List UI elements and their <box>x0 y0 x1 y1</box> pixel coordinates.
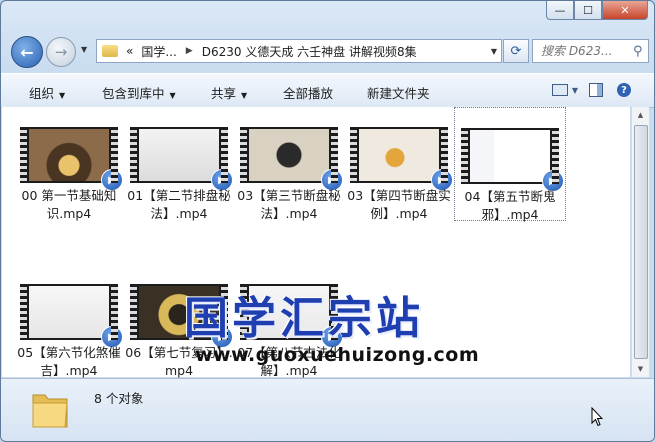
file-item[interactable]: ▶ 00 第一节基础知识.mp4 <box>14 121 124 233</box>
file-name: 04【第五节断鬼邪】.mp4 <box>464 189 556 222</box>
refresh-button[interactable]: ⟳ <box>503 39 529 63</box>
file-item[interactable]: ▶ 05【第六节化煞催吉】.mp4 <box>14 278 124 390</box>
file-name: 03【第三节断盘秘法】.mp4 <box>237 188 341 221</box>
file-name: 03【第四节断盘实例】.mp4 <box>347 188 451 221</box>
chevron-down-icon: ▼ <box>59 91 66 100</box>
organize-menu[interactable]: 组织 ▼ <box>29 83 65 102</box>
chevron-down-icon: ▼ <box>571 85 579 95</box>
navigation-bar: ← → ▼ « 国学... ▶ D6230 义德天成 六壬神盘 讲解视频8集 ▼… <box>1 34 654 68</box>
video-frame <box>139 129 219 181</box>
video-thumbnail: ▶ <box>350 127 453 191</box>
file-item[interactable]: ▶ 03【第三节断盘秘法】.mp4 <box>234 121 344 233</box>
watermark-title: 国学汇宗站 <box>184 293 424 344</box>
preview-pane-icon <box>589 83 603 97</box>
breadcrumb-overflow[interactable]: « <box>122 44 137 58</box>
video-frame <box>29 286 109 338</box>
close-button[interactable]: ✕ <box>602 1 648 20</box>
search-icon[interactable]: ⚲ <box>633 44 643 59</box>
details-pane: 8 个对象 <box>1 378 654 441</box>
address-bar[interactable]: « 国学... ▶ D6230 义德天成 六壬神盘 讲解视频8集 ▼ <box>96 39 502 63</box>
back-button[interactable]: ← <box>11 36 43 68</box>
vertical-scrollbar[interactable]: ▲ ▼ <box>631 107 649 377</box>
file-item-selected[interactable]: ▶ 04【第五节断鬼邪】.mp4 <box>454 107 566 222</box>
forward-button[interactable]: → <box>46 37 76 67</box>
command-bar: 组织 ▼ 包含到库中 ▼ 共享 ▼ 全部播放 新建文件夹 ▼ ? <box>1 73 654 108</box>
chevron-down-icon: ▼ <box>241 91 248 100</box>
arrow-right-icon: → <box>54 43 68 61</box>
file-name: 05【第六节化煞催吉】.mp4 <box>17 345 121 378</box>
scroll-down-icon[interactable]: ▼ <box>632 361 649 377</box>
file-name: 01【第二节排盘秘法】.mp4 <box>127 188 231 221</box>
refresh-icon: ⟳ <box>510 43 522 59</box>
file-name: 00 第一节基础知识.mp4 <box>21 188 117 221</box>
file-item[interactable]: ▶ 03【第四节断盘实例】.mp4 <box>344 121 454 233</box>
address-dropdown-icon[interactable]: ▼ <box>491 47 497 56</box>
arrow-left-icon: ← <box>20 42 34 62</box>
view-icon <box>551 84 568 96</box>
video-thumbnail: ▶ <box>130 127 233 191</box>
breadcrumb-separator-icon[interactable]: ▶ <box>181 46 198 56</box>
video-frame <box>359 129 439 181</box>
file-item[interactable]: ▶ 01【第二节排盘秘法】.mp4 <box>124 121 234 233</box>
video-thumbnail: ▶ <box>20 284 123 348</box>
breadcrumb-item[interactable]: D6230 义德天成 六壬神盘 讲解视频8集 <box>198 43 421 60</box>
change-view-button[interactable]: ▼ <box>549 79 581 101</box>
video-thumbnail: ▶ <box>20 127 123 191</box>
video-frame <box>470 130 550 182</box>
video-thumbnail: ▶ <box>461 128 564 192</box>
help-icon: ? <box>617 83 631 97</box>
play-all-button[interactable]: 全部播放 <box>283 83 333 102</box>
folder-icon <box>32 394 68 428</box>
maximize-button[interactable]: ☐ <box>574 1 602 20</box>
new-folder-button[interactable]: 新建文件夹 <box>367 83 430 102</box>
help-button[interactable]: ? <box>613 79 635 101</box>
scrollbar-thumb[interactable] <box>634 125 648 359</box>
scroll-up-icon[interactable]: ▲ <box>632 107 649 123</box>
include-library-menu[interactable]: 包含到库中 ▼ <box>102 83 176 102</box>
watermark-url: www.guoxuehuizong.com <box>195 344 480 366</box>
include-library-label: 包含到库中 <box>102 86 165 101</box>
video-frame <box>29 129 109 181</box>
recent-pages-dropdown[interactable]: ▼ <box>81 45 87 54</box>
search-box[interactable]: ⚲ <box>532 39 649 63</box>
mouse-cursor-icon <box>591 407 603 427</box>
window-controls: — ☐ ✕ <box>546 1 648 20</box>
file-list[interactable]: ▶ 00 第一节基础知识.mp4 ▶ 01【第二节排盘秘法】.mp4 ▶ 03【… <box>2 107 630 378</box>
video-frame <box>249 129 329 181</box>
chevron-down-icon: ▼ <box>169 91 176 100</box>
folder-icon <box>102 45 118 57</box>
share-menu[interactable]: 共享 ▼ <box>211 83 247 102</box>
minimize-button[interactable]: — <box>546 1 574 20</box>
item-count: 8 个对象 <box>94 391 144 406</box>
explorer-window: — ☐ ✕ ← → ▼ « 国学... ▶ D6230 义德天成 六壬神盘 讲解… <box>0 0 655 442</box>
share-label: 共享 <box>211 86 237 101</box>
organize-label: 组织 <box>29 86 55 101</box>
search-input[interactable] <box>539 43 631 59</box>
video-thumbnail: ▶ <box>240 127 343 191</box>
breadcrumb-item[interactable]: 国学... <box>137 43 180 60</box>
preview-pane-button[interactable] <box>585 79 607 101</box>
